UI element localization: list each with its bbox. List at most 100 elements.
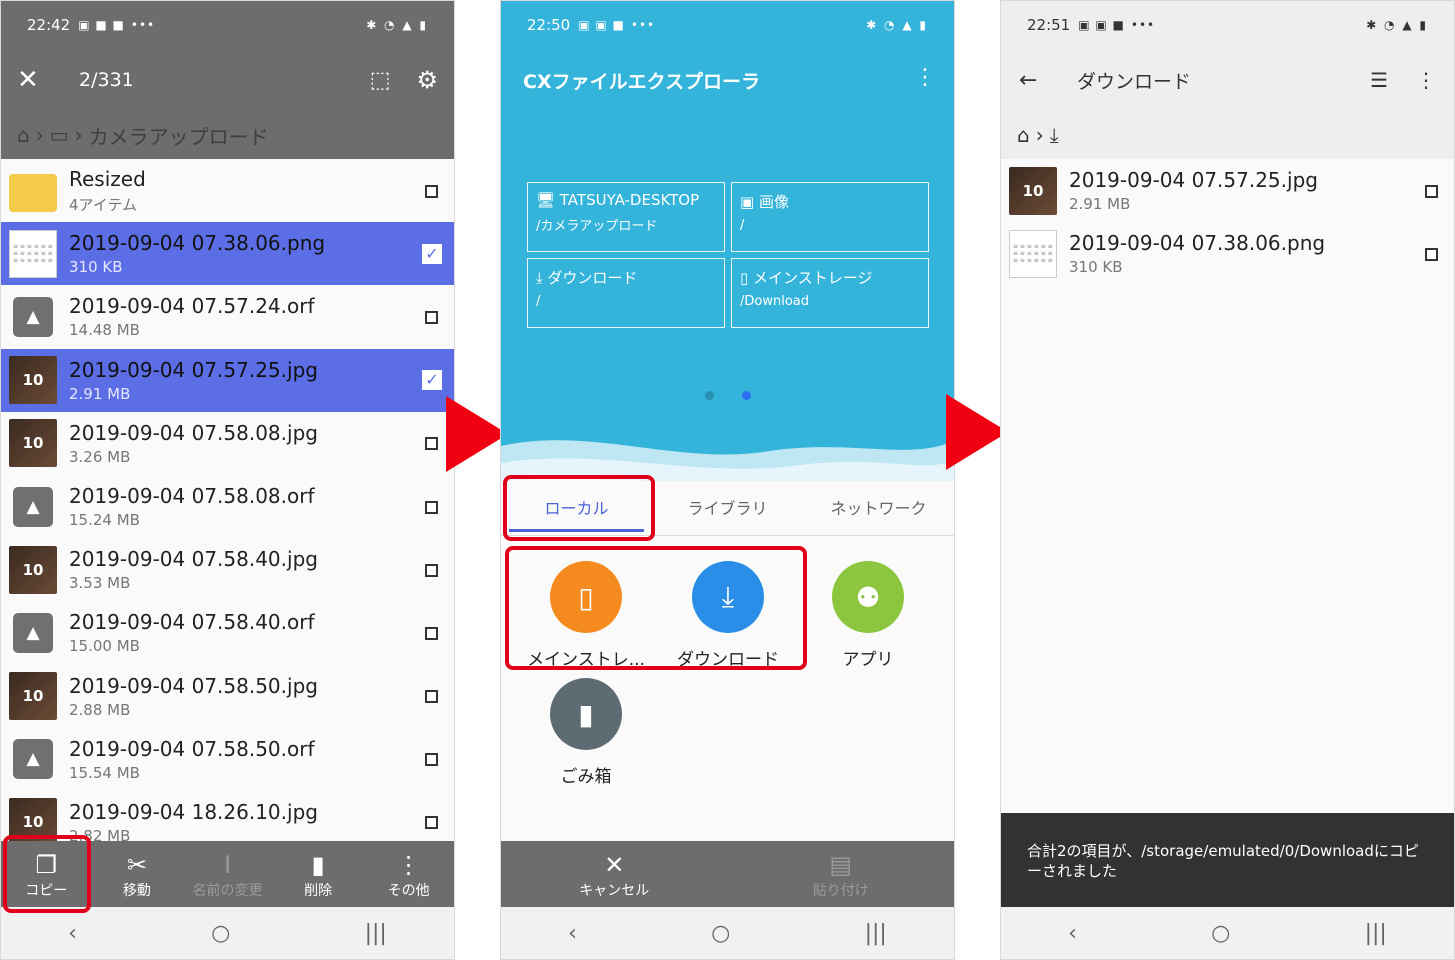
back-arrow-icon[interactable]: ← [1019, 68, 1049, 93]
location-path: / [536, 294, 541, 309]
select-checkbox[interactable] [1425, 184, 1438, 198]
file-size: 15.24 MB [69, 511, 140, 530]
select-checkbox[interactable] [425, 184, 438, 198]
file-info: 2019-09-04 07.58.50.jpg 2.88 MB [69, 674, 454, 719]
folder-title: ダウンロード [1077, 70, 1192, 93]
file-size: 2.88 MB [69, 700, 131, 719]
breadcrumb-folder[interactable]: カメラアップロード [89, 121, 269, 150]
select-checkbox[interactable] [425, 626, 438, 640]
file-size: 310 KB [69, 258, 123, 277]
select-all-icon[interactable]: ⬚ [370, 68, 391, 93]
overflow-menu-icon[interactable]: ⋮ [1416, 68, 1436, 92]
location-path: /カメラアップロード [536, 219, 658, 234]
location-tile[interactable]: 🖥 TATSUYA-DESKTOP/カメラアップロード [527, 182, 725, 252]
list-item[interactable]: ▲ 2019-09-04 07.58.50.orf 15.54 MB [1, 727, 454, 791]
monitor-icon[interactable]: ▭ [50, 123, 69, 147]
clipboard-icon: ▤ [829, 851, 853, 879]
page-dot-active[interactable] [741, 391, 751, 400]
download-icon[interactable]: ⤓ [1050, 123, 1059, 147]
select-checkbox[interactable] [425, 816, 438, 830]
move-icon: ✂ [126, 851, 147, 879]
tab-2[interactable]: ネットワーク [803, 481, 954, 535]
list-item[interactable]: 10 2019-09-04 07.57.25.jpg 2.91 MB [1001, 159, 1454, 223]
file-name: Resized [69, 166, 146, 191]
file-name: 2019-09-04 07.57.25.jpg [1069, 168, 1318, 193]
select-checkbox[interactable] [425, 310, 438, 324]
select-checkbox[interactable] [425, 500, 438, 514]
close-icon[interactable]: ✕ [17, 65, 49, 95]
local-tab-highlight [503, 475, 655, 541]
shortcut-item[interactable]: ⚉ アプリ [803, 561, 933, 670]
tab-1[interactable]: ライブラリ [652, 481, 803, 535]
file-name: 2019-09-04 07.58.40.jpg [69, 547, 318, 572]
list-item[interactable]: ≡ ≡ ≡ ≡ ≡ ≡ ≡ ≡ ≡ ≡ ≡ ≡ ≡ ≡ ≡ ≡ ≡ ≡ 2019-… [1001, 222, 1454, 286]
delete-button[interactable]: ▮ 削除 [273, 841, 364, 909]
list-item[interactable]: 10 2019-09-04 07.58.08.jpg 3.26 MB [1, 411, 454, 475]
home-icon[interactable]: ⌂ [1017, 123, 1030, 147]
nav-recent-icon[interactable]: ||| [365, 921, 387, 946]
status-bar: 22:50 ▣ ▣ ■ ••• ✱ ◔ ▲ ▮ [501, 1, 954, 49]
paste-action-bar: ✕ キャンセル ▤ 貼り付け [501, 841, 954, 909]
list-item[interactable]: ▲ 2019-09-04 07.58.40.orf 15.00 MB [1, 601, 454, 665]
list-item[interactable]: 10 2019-09-04 07.58.40.jpg 3.53 MB [1, 538, 454, 602]
list-item[interactable]: ▲ 2019-09-04 07.57.24.orf 14.48 MB [1, 285, 454, 349]
nav-home-icon[interactable]: ○ [211, 921, 230, 946]
file-name: 2019-09-04 07.38.06.png [69, 231, 326, 256]
rename-button[interactable]: I 名前の変更 [182, 841, 273, 909]
shortcut-item[interactable]: ▮ ごみ箱 [521, 678, 651, 787]
phone-file-selection: 22:42 ▣ ■ ■ ••• ✱ ◔ ▲ ▮ ✕ 2/331 ⬚ ⚙ ⌂ › … [0, 0, 455, 960]
location-tile[interactable]: ▯ メインストレージ/Download [731, 258, 929, 328]
file-info: 2019-09-04 07.58.08.jpg 3.26 MB [69, 421, 454, 466]
thumbnail-icon: 10 [1009, 166, 1057, 215]
select-checkbox[interactable] [425, 563, 438, 577]
file-size: 15.00 MB [69, 637, 140, 656]
cancel-button[interactable]: ✕ キャンセル [501, 841, 728, 909]
file-name: 2019-09-04 07.58.08.orf [69, 484, 315, 509]
notification-icons: ▣ ▣ ■ [1078, 18, 1125, 32]
nav-home-icon[interactable]: ○ [1211, 921, 1230, 946]
paste-button[interactable]: ▤ 貼り付け [728, 841, 955, 909]
list-item[interactable]: ▲ 2019-09-04 07.58.08.orf 15.24 MB [1, 474, 454, 539]
file-name: 2019-09-04 18.26.10.jpg [69, 799, 318, 824]
nav-back-icon[interactable]: ‹ [568, 921, 577, 946]
location-tile[interactable]: ▣ 画像 / [731, 182, 929, 252]
list-item[interactable]: ≡ ≡ ≡ ≡ ≡ ≡ ≡ ≡ ≡ ≡ ≡ ≡ ≡ ≡ ≡ ≡ ≡ ≡ 2019-… [1, 222, 454, 286]
overflow-menu-icon[interactable]: ⋮ [914, 65, 936, 90]
more-button[interactable]: ⋮ その他 [363, 841, 454, 909]
cancel-label: キャンセル [579, 883, 650, 899]
phone-download-result: 22:51 ▣ ▣ ■ ••• ✱ ◔ ▲ ▮ ← ダウンロード ☰ ⋮ ⌂ ›… [1000, 0, 1455, 960]
home-icon[interactable]: ⌂ [17, 123, 30, 147]
page-dot[interactable] [704, 391, 714, 400]
select-checkbox[interactable] [425, 753, 438, 767]
nav-back-icon[interactable]: ‹ [68, 921, 77, 946]
file-info: 2019-09-04 07.58.40.jpg 3.53 MB [69, 547, 454, 592]
select-checkbox[interactable] [1425, 247, 1438, 261]
rename-icon: I [223, 851, 232, 879]
list-item[interactable]: 10 2019-09-04 07.57.25.jpg 2.91 MB ✓ [1, 348, 454, 412]
location-path: / [740, 218, 745, 233]
list-item[interactable]: 10 2019-09-04 07.58.50.jpg 2.88 MB [1, 664, 454, 728]
select-checkbox[interactable] [425, 690, 438, 704]
file-list: Resized 4アイテム ≡ ≡ ≡ ≡ ≡ ≡ ≡ ≡ ≡ ≡ ≡ ≡ ≡ ≡ … [1, 159, 454, 855]
shortcut-label: アプリ [842, 650, 894, 670]
select-checkbox[interactable]: ✓ [422, 243, 442, 264]
move-button[interactable]: ✂ 移動 [92, 841, 183, 909]
location-tile[interactable]: ⤓ ダウンロード / [527, 258, 725, 328]
list-item[interactable]: Resized 4アイテム [1, 159, 454, 223]
file-list: 10 2019-09-04 07.57.25.jpg 2.91 MB ≡ ≡ ≡ ≡ … [1001, 159, 1454, 286]
chevron-right-icon: › [35, 123, 44, 147]
gear-icon[interactable]: ⚙ [416, 66, 438, 94]
image-file-icon: ▲ [9, 609, 57, 657]
nav-home-icon[interactable]: ○ [711, 921, 730, 946]
location-path: /Download [740, 294, 809, 309]
file-size: 310 KB [1069, 258, 1123, 277]
select-checkbox[interactable] [425, 437, 438, 451]
shortcut-highlight [505, 546, 807, 670]
nav-recent-icon[interactable]: ||| [865, 921, 887, 946]
image-icon: ▲ [13, 739, 53, 780]
nav-recent-icon[interactable]: ||| [1365, 921, 1387, 946]
nav-back-icon[interactable]: ‹ [1068, 921, 1077, 946]
file-name: 2019-09-04 07.58.08.jpg [69, 420, 318, 445]
select-checkbox[interactable]: ✓ [422, 370, 442, 391]
list-view-icon[interactable]: ☰ [1370, 68, 1388, 92]
